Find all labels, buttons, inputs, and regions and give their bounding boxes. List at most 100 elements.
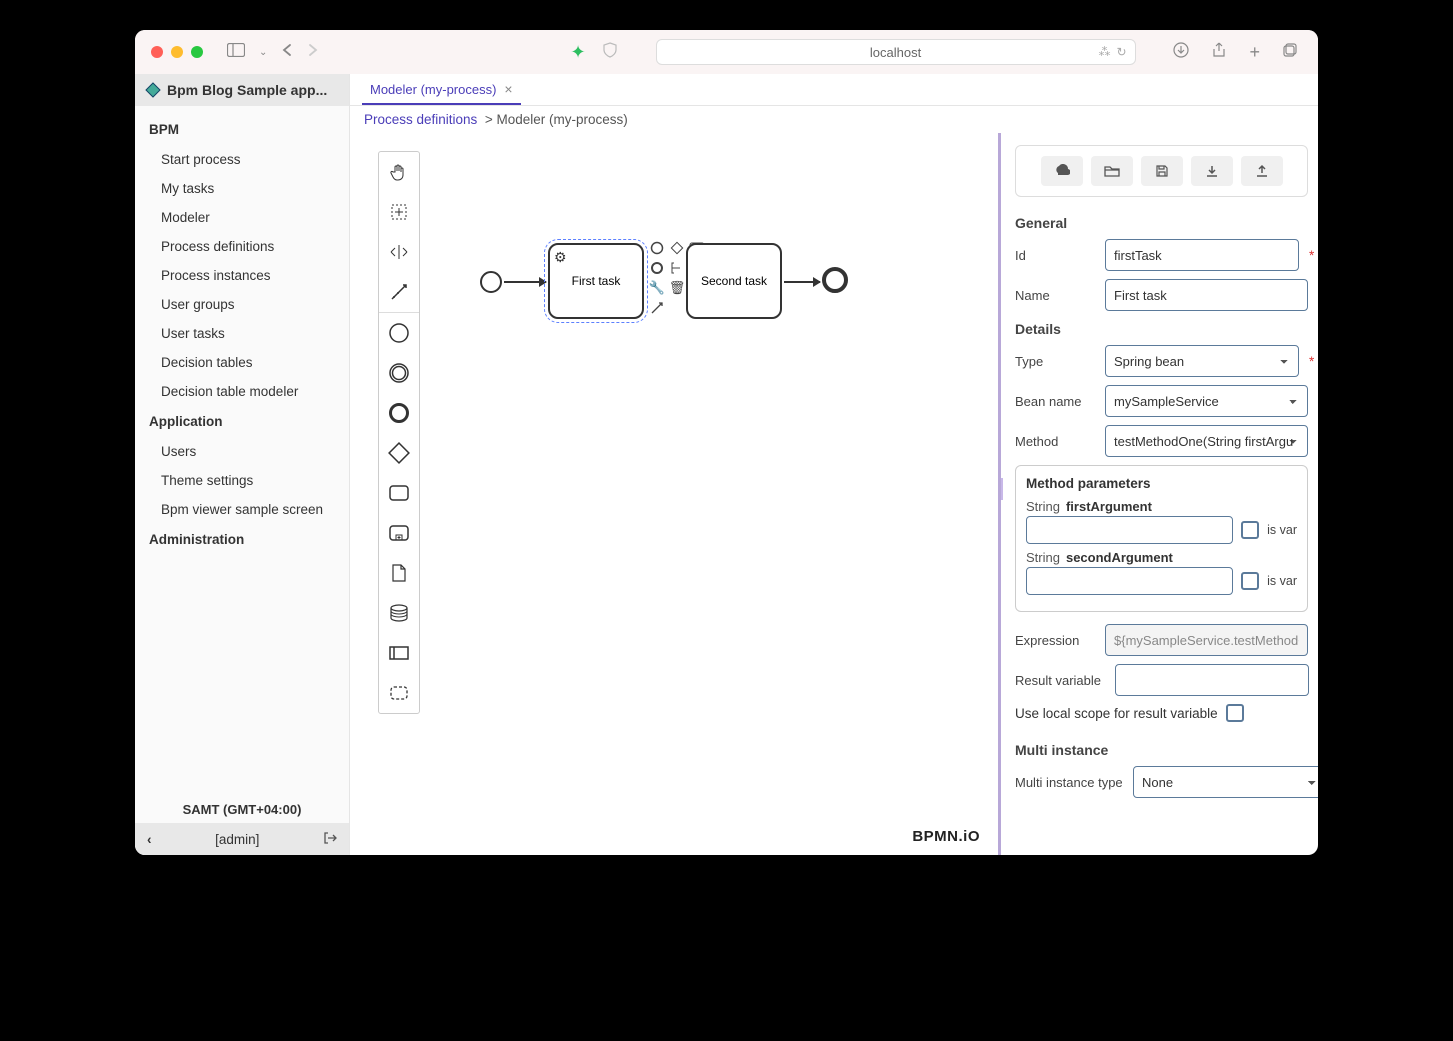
nav-item-modeler[interactable]: Modeler xyxy=(135,203,349,232)
task-second-task[interactable]: Second task xyxy=(686,243,782,319)
pad-append-event-icon[interactable] xyxy=(648,239,666,257)
timezone-indicator: SAMT (GMT+04:00) xyxy=(135,796,349,823)
input-id[interactable] xyxy=(1105,239,1299,271)
palette-subprocess[interactable] xyxy=(379,513,419,553)
pad-annotation-icon[interactable] xyxy=(668,259,686,277)
nav-item-user-groups[interactable]: User groups xyxy=(135,290,349,319)
palette-space-tool[interactable] xyxy=(379,232,419,272)
nav-item-bpm-viewer-sample[interactable]: Bpm viewer sample screen xyxy=(135,495,349,524)
reload-icon[interactable]: ↻ xyxy=(1116,45,1126,59)
param2-name: secondArgument xyxy=(1066,550,1173,565)
nav-item-decision-table-modeler[interactable]: Decision table modeler xyxy=(135,377,349,406)
breadcrumb-current: Modeler (my-process) xyxy=(496,112,627,127)
downloads-icon[interactable] xyxy=(1169,38,1193,67)
save-button[interactable] xyxy=(1141,156,1183,186)
pad-connect-icon[interactable] xyxy=(648,299,666,317)
param2-isvar-checkbox[interactable] xyxy=(1241,572,1259,590)
sidebar-toggle-icon[interactable] xyxy=(223,39,249,66)
bpmn-palette xyxy=(378,151,420,714)
close-window-button[interactable] xyxy=(151,46,163,58)
input-name[interactable] xyxy=(1105,279,1308,311)
pad-append-end-event-icon[interactable] xyxy=(648,259,666,277)
properties-collapse-toggle[interactable]: › xyxy=(998,478,1003,500)
param1-name: firstArgument xyxy=(1066,499,1152,514)
maximize-window-button[interactable] xyxy=(191,46,203,58)
nav-item-users[interactable]: Users xyxy=(135,437,349,466)
palette-start-event[interactable] xyxy=(379,313,419,353)
service-task-gear-icon: ⚙ xyxy=(554,249,567,266)
end-event-node[interactable] xyxy=(822,267,848,293)
palette-hand-tool[interactable] xyxy=(379,152,419,192)
pad-delete-icon[interactable]: 🗑 xyxy=(668,279,686,297)
evernote-extension-icon[interactable]: ✦ xyxy=(566,38,589,67)
address-text: localhost xyxy=(870,45,921,60)
palette-data-store[interactable] xyxy=(379,593,419,633)
palette-end-event[interactable] xyxy=(379,393,419,433)
tab-bar: Modeler (my-process) × xyxy=(350,74,1318,106)
palette-data-object[interactable] xyxy=(379,553,419,593)
input-result-variable[interactable] xyxy=(1115,664,1309,696)
download-button[interactable] xyxy=(1191,156,1233,186)
deploy-button[interactable] xyxy=(1041,156,1083,186)
palette-task[interactable] xyxy=(379,473,419,513)
tab-label: Modeler (my-process) xyxy=(370,82,496,97)
nav-menu: BPM Start process My tasks Modeler Proce… xyxy=(135,106,349,796)
nav-item-theme-settings[interactable]: Theme settings xyxy=(135,466,349,495)
logout-icon[interactable] xyxy=(323,831,337,848)
bpmnio-logo: BPMN.iO xyxy=(912,828,980,845)
nav-forward-button[interactable] xyxy=(303,39,323,66)
nav-back-button[interactable] xyxy=(277,39,297,66)
app-title-bar: Bpm Blog Sample app... xyxy=(135,74,349,106)
label-name: Name xyxy=(1015,288,1097,303)
start-event-node[interactable] xyxy=(480,271,502,293)
palette-participant[interactable] xyxy=(379,633,419,673)
nav-section-application: Application xyxy=(135,406,349,437)
share-icon[interactable] xyxy=(1207,38,1231,67)
nav-item-process-definitions[interactable]: Process definitions xyxy=(135,232,349,261)
open-button[interactable] xyxy=(1091,156,1133,186)
palette-lasso-tool[interactable] xyxy=(379,192,419,232)
section-multi-instance: Multi instance xyxy=(1015,742,1308,758)
param1-input[interactable] xyxy=(1026,516,1233,544)
modeler-canvas[interactable]: ⚙ First task ✎ xyxy=(350,133,998,855)
minimize-window-button[interactable] xyxy=(171,46,183,58)
select-multi-instance-type[interactable] xyxy=(1133,766,1318,798)
nav-item-user-tasks[interactable]: User tasks xyxy=(135,319,349,348)
param1-isvar-checkbox[interactable] xyxy=(1241,521,1259,539)
properties-panel: › General Id * Name xyxy=(998,133,1318,855)
nav-item-my-tasks[interactable]: My tasks xyxy=(135,174,349,203)
nav-item-start-process[interactable]: Start process xyxy=(135,145,349,174)
address-bar[interactable]: localhost ⁂ ↻ xyxy=(656,39,1136,65)
pad-append-gateway-icon[interactable] xyxy=(668,239,686,257)
app-logo-icon xyxy=(145,82,161,98)
palette-connect-tool[interactable] xyxy=(379,272,419,312)
nav-item-decision-tables[interactable]: Decision tables xyxy=(135,348,349,377)
tab-close-icon[interactable]: × xyxy=(504,81,512,97)
upload-button[interactable] xyxy=(1241,156,1283,186)
checkbox-local-scope[interactable] xyxy=(1226,704,1244,722)
tabs-overview-icon[interactable] xyxy=(1278,38,1302,67)
breadcrumb-root[interactable]: Process definitions xyxy=(364,112,477,127)
titlebar: ⌄ ✦ localhost ⁂ ↻ + xyxy=(135,30,1318,74)
param2-input[interactable] xyxy=(1026,567,1233,595)
flow-1[interactable] xyxy=(504,281,546,283)
new-tab-icon[interactable]: + xyxy=(1245,38,1264,67)
palette-group[interactable] xyxy=(379,673,419,713)
palette-intermediate-event[interactable] xyxy=(379,353,419,393)
flow-3[interactable] xyxy=(784,281,820,283)
main-content: Modeler (my-process) × Process definitio… xyxy=(350,74,1318,855)
tab-modeler[interactable]: Modeler (my-process) × xyxy=(362,75,521,105)
label-id: Id xyxy=(1015,248,1097,263)
palette-gateway[interactable] xyxy=(379,433,419,473)
nav-item-process-instances[interactable]: Process instances xyxy=(135,261,349,290)
modeler-action-bar xyxy=(1015,145,1308,197)
shield-icon[interactable] xyxy=(598,38,622,67)
select-type[interactable] xyxy=(1105,345,1299,377)
pad-wrench-icon[interactable]: 🔧 xyxy=(648,279,666,297)
select-method[interactable] xyxy=(1105,425,1308,457)
select-bean-name[interactable] xyxy=(1105,385,1308,417)
dropdown-chevron-icon[interactable]: ⌄ xyxy=(255,43,271,62)
task-first-task[interactable]: ⚙ First task xyxy=(548,243,644,319)
translate-icon[interactable]: ⁂ xyxy=(1098,45,1110,59)
label-result-variable: Result variable xyxy=(1015,673,1107,688)
